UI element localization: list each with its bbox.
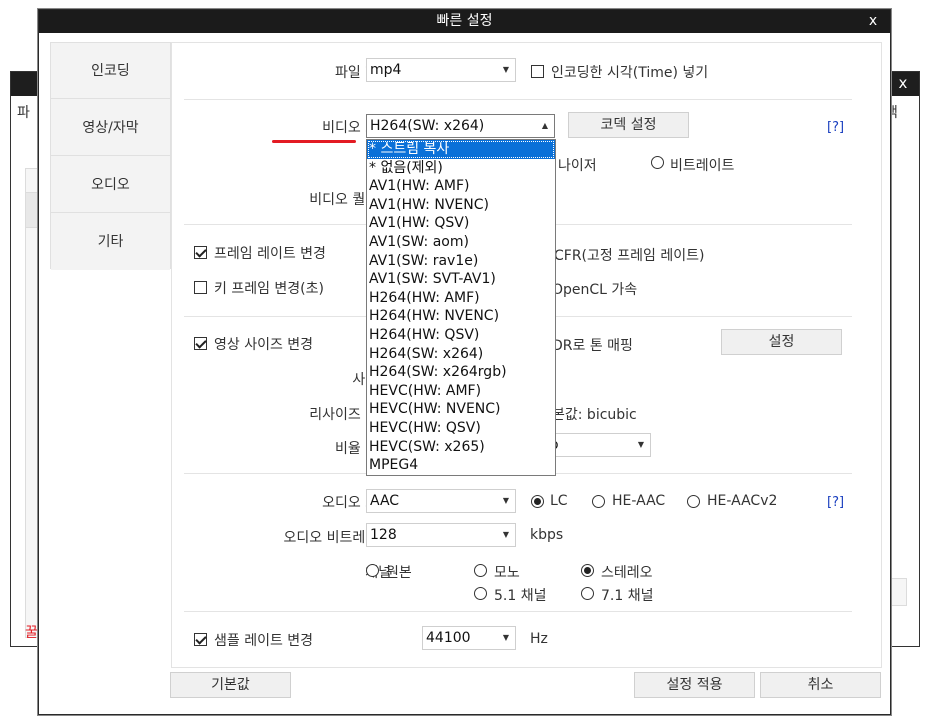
opencl-label: OpenCL 가속 bbox=[552, 282, 638, 298]
aac-lc-label: LC bbox=[550, 493, 568, 509]
keyframe-label: 키 프레임 변경(초) bbox=[214, 281, 324, 297]
sidebar-item-other[interactable]: 기타 bbox=[51, 214, 170, 270]
he-aac-radio[interactable] bbox=[592, 495, 605, 508]
section-divider bbox=[184, 99, 852, 100]
annotation-underline bbox=[272, 140, 356, 143]
chevron-down-icon: ▼ bbox=[637, 440, 644, 449]
audio-codec-value: AAC bbox=[370, 493, 400, 509]
video-codec-dropdown-list[interactable]: * 스트림 복사 * 없음(제외) AV1(HW: AMF) AV1(HW: NVEN… bbox=[366, 139, 556, 476]
channel-stereo-radio[interactable] bbox=[581, 564, 594, 577]
codec-settings-button[interactable]: 코덱 설정 bbox=[568, 112, 689, 138]
aac-lc-radio[interactable] bbox=[531, 495, 544, 508]
dialog-title: 빠른 설정 bbox=[436, 13, 493, 29]
chevron-down-icon: ▼ bbox=[502, 633, 509, 642]
apply-button[interactable]: 설정 적용 bbox=[634, 672, 755, 698]
channel-7-1-label: 7.1 채널 bbox=[601, 588, 654, 604]
codec-option[interactable]: HEVC(HW: NVENC) bbox=[367, 400, 555, 419]
bitrate-radio[interactable] bbox=[651, 156, 664, 169]
codec-option[interactable]: AV1(HW: QSV) bbox=[367, 214, 555, 233]
cancel-button[interactable]: 취소 bbox=[760, 672, 881, 698]
chevron-down-icon: ▼ bbox=[502, 496, 509, 505]
sidebar-item-encoding[interactable]: 인코딩 bbox=[51, 43, 170, 99]
codec-option[interactable]: H264(HW: AMF) bbox=[367, 289, 555, 308]
quantizer-label-partial: 나이저 bbox=[558, 158, 597, 174]
channel-original-radio[interactable] bbox=[366, 564, 379, 577]
tonemap-settings-button[interactable]: 설정 bbox=[721, 329, 842, 355]
resize-filter-default: 본값: bicubic bbox=[552, 407, 637, 423]
samplerate-checkbox[interactable] bbox=[194, 633, 207, 646]
samplerate-label: 샘플 레이트 변경 bbox=[214, 633, 314, 649]
he-aac-label: HE-AAC bbox=[612, 493, 666, 509]
chevron-down-icon: ▼ bbox=[502, 65, 509, 74]
background-text-fragment: 파 bbox=[17, 105, 30, 121]
framerate-label: 프레임 레이트 변경 bbox=[214, 246, 326, 262]
default-button[interactable]: 기본값 bbox=[170, 672, 291, 698]
codec-option[interactable]: * 스트림 복사 bbox=[367, 140, 555, 159]
video-help-link[interactable]: [?] bbox=[827, 120, 844, 135]
file-format-value: mp4 bbox=[370, 62, 402, 78]
audio-bitrate-value: 128 bbox=[370, 527, 397, 543]
channel-5-1-radio[interactable] bbox=[474, 587, 487, 600]
aspect-ratio-select[interactable]: o ▼ bbox=[546, 433, 651, 457]
resize-checkbox[interactable] bbox=[194, 337, 207, 350]
file-format-select[interactable]: mp4 ▼ bbox=[366, 58, 516, 82]
background-red-text: 꿀 bbox=[25, 625, 38, 641]
close-button[interactable]: x bbox=[864, 10, 882, 33]
channel-mono-label: 모노 bbox=[494, 565, 520, 581]
codec-option[interactable]: MPEG4 bbox=[367, 456, 555, 475]
framerate-checkbox[interactable] bbox=[194, 246, 207, 259]
codec-option[interactable]: HEVC(HW: QSV) bbox=[367, 419, 555, 438]
codec-option[interactable]: AV1(SW: rav1e) bbox=[367, 252, 555, 271]
dialog-titlebar: 빠른 설정 x bbox=[39, 10, 890, 33]
codec-option[interactable]: AV1(SW: SVT-AV1) bbox=[367, 270, 555, 289]
codec-option[interactable]: HEVC(SW: x265) bbox=[367, 438, 555, 457]
codec-option[interactable]: AV1(HW: AMF) bbox=[367, 177, 555, 196]
chevron-down-icon: ▲ bbox=[541, 121, 548, 130]
timestamp-checkbox[interactable] bbox=[531, 65, 544, 78]
bitrate-radio-label: 비트레이트 bbox=[670, 158, 735, 174]
channel-original-label: 원본 bbox=[386, 565, 412, 581]
video-codec-value: H264(SW: x264) bbox=[370, 118, 485, 134]
he-aacv2-radio[interactable] bbox=[687, 495, 700, 508]
section-divider bbox=[184, 611, 852, 612]
he-aacv2-label: HE-AACv2 bbox=[707, 493, 778, 509]
background-panel bbox=[889, 578, 907, 606]
resize-label: 영상 사이즈 변경 bbox=[214, 337, 314, 353]
codec-option[interactable]: H264(SW: x264) bbox=[367, 345, 555, 364]
settings-content: 파일 형식 mp4 ▼ 인코딩한 시각(Time) 넣기 비디오 코덱 H264… bbox=[171, 42, 882, 668]
codec-option[interactable]: AV1(SW: aom) bbox=[367, 233, 555, 252]
sidebar-item-video-subtitle[interactable]: 영상/자막 bbox=[51, 100, 170, 156]
keyframe-checkbox[interactable] bbox=[194, 281, 207, 294]
codec-option[interactable]: * 없음(제외) bbox=[367, 159, 555, 178]
timestamp-label: 인코딩한 시각(Time) 넣기 bbox=[551, 65, 709, 81]
channel-mono-radio[interactable] bbox=[474, 564, 487, 577]
background-panel bbox=[25, 168, 39, 638]
codec-option[interactable]: H264(HW: QSV) bbox=[367, 326, 555, 345]
codec-option[interactable]: H264(SW: x264rgb) bbox=[367, 363, 555, 382]
codec-option[interactable]: H264(HW: NVENC) bbox=[367, 307, 555, 326]
background-close-button[interactable]: x bbox=[895, 74, 911, 94]
cfr-label: CFR(고정 프레임 레이트) bbox=[554, 248, 705, 264]
audio-help-link[interactable]: [?] bbox=[827, 495, 844, 510]
samplerate-unit: Hz bbox=[530, 631, 548, 647]
sidebar-item-audio[interactable]: 오디오 bbox=[51, 157, 170, 213]
audio-bitrate-unit: kbps bbox=[530, 527, 564, 543]
channel-stereo-label: 스테레오 bbox=[601, 565, 653, 581]
video-codec-select[interactable]: H264(SW: x264) ▲ bbox=[366, 114, 555, 138]
background-row bbox=[25, 192, 39, 228]
settings-sidebar: 인코딩 영상/자막 오디오 기타 bbox=[50, 42, 171, 270]
samplerate-select[interactable]: 44100 ▼ bbox=[422, 626, 516, 650]
samplerate-value: 44100 bbox=[426, 630, 471, 646]
codec-option[interactable]: HEVC(HW: AMF) bbox=[367, 382, 555, 401]
chevron-down-icon: ▼ bbox=[502, 530, 509, 539]
tonemap-label: DR로 톤 매핑 bbox=[552, 338, 633, 354]
audio-codec-select[interactable]: AAC ▼ bbox=[366, 489, 516, 513]
quick-settings-dialog: 빠른 설정 x 인코딩 영상/자막 오디오 기타 파일 형식 mp4 ▼ 인코딩… bbox=[38, 9, 891, 715]
audio-bitrate-select[interactable]: 128 ▼ bbox=[366, 523, 516, 547]
channel-7-1-radio[interactable] bbox=[581, 587, 594, 600]
channel-5-1-label: 5.1 채널 bbox=[494, 588, 547, 604]
codec-option[interactable]: AV1(HW: NVENC) bbox=[367, 196, 555, 215]
